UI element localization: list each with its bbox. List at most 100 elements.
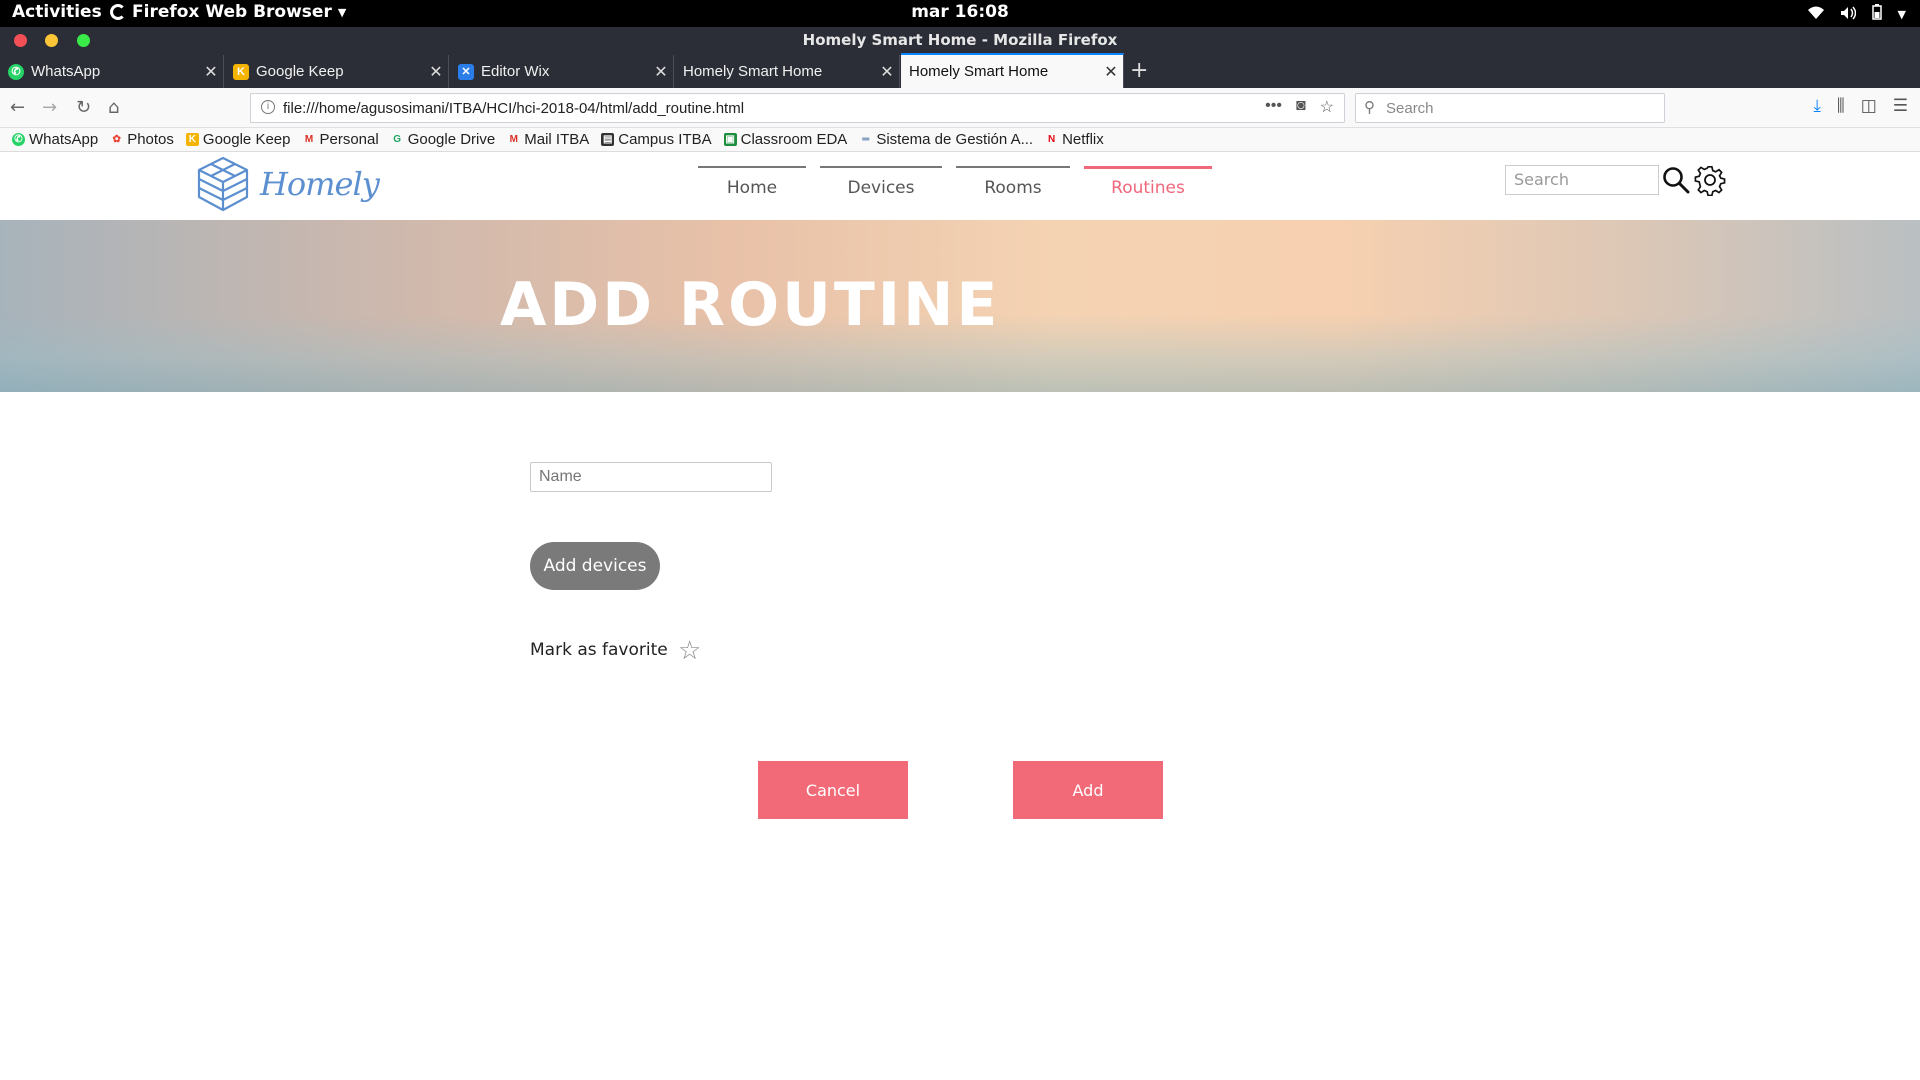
pocket-icon[interactable]: ◙	[1296, 97, 1306, 117]
bookmark-google-drive[interactable]: G Google Drive	[391, 131, 496, 148]
bookmark-label: Photos	[127, 131, 174, 148]
bookmark-label: Sistema de Gestión A...	[876, 131, 1034, 148]
bookmark-classroom-eda[interactable]: ▣ Classroom EDA	[723, 131, 848, 148]
info-icon[interactable]: i	[261, 100, 275, 114]
app-menu[interactable]: Firefox Web Browser ▼	[110, 2, 346, 22]
window-close-button[interactable]	[14, 34, 27, 47]
bookmark-google-keep[interactable]: K Google Keep	[185, 131, 290, 148]
cancel-button[interactable]: Cancel	[758, 761, 908, 819]
tab-editor-wix[interactable]: ✕ Editor Wix ✕	[450, 55, 674, 88]
bookmark-label: Google Drive	[407, 131, 496, 148]
close-icon[interactable]: ✕	[424, 62, 448, 82]
whatsapp-icon: ✆	[12, 133, 25, 146]
bookmark-label: Campus ITBA	[618, 131, 712, 148]
clock[interactable]: mar 16:08	[911, 2, 1009, 22]
classroom-icon: ▣	[723, 133, 737, 146]
tab-google-keep[interactable]: K Google Keep ✕	[225, 55, 449, 88]
tab-whatsapp[interactable]: ✆ WhatsApp ✕	[0, 55, 224, 88]
tab-title: Homely Smart Home	[909, 63, 1049, 80]
homely-logo-icon	[197, 156, 249, 212]
power-menu-chevron-icon[interactable]: ▼	[1898, 8, 1906, 21]
netflix-icon: N	[1047, 134, 1056, 145]
browser-search-bar[interactable]: ⚲ Search	[1355, 93, 1665, 123]
library-icon[interactable]: ⫼	[1837, 96, 1845, 116]
bookmark-label: Netflix	[1062, 131, 1104, 148]
close-icon[interactable]: ✕	[649, 62, 673, 82]
close-icon[interactable]: ✕	[1099, 62, 1123, 82]
bookmark-whatsapp[interactable]: ✆ WhatsApp	[12, 131, 98, 148]
add-devices-button[interactable]: Add devices	[530, 542, 660, 590]
main-nav: Home Devices Rooms Routines	[698, 166, 1226, 206]
chevron-down-icon: ▼	[337, 5, 347, 19]
page-actions-icon[interactable]: •••	[1265, 97, 1282, 117]
volume-icon[interactable]	[1840, 5, 1856, 25]
bookmarks-toolbar: ✆ WhatsApp ✿ Photos K Google Keep M Personal…	[0, 128, 1920, 152]
close-icon[interactable]: ✕	[199, 62, 223, 82]
url-bar-actions: ••• ◙ ☆	[1265, 97, 1334, 117]
url-bar[interactable]: i file:///home/agusosimani/ITBA/HCI/hci-…	[250, 93, 1345, 123]
sidebar-icon[interactable]: ◫	[1861, 96, 1877, 116]
nav-label: Devices	[847, 178, 915, 198]
firefox-icon	[110, 4, 126, 20]
homely-logo[interactable]: Homely	[194, 155, 380, 213]
download-icon[interactable]: ⤓	[1813, 96, 1821, 116]
tab-title: Editor Wix	[481, 63, 550, 80]
system-tray[interactable]: ▼	[1807, 4, 1906, 25]
site-search-input[interactable]: Search	[1505, 165, 1659, 195]
bookmark-netflix[interactable]: N Netflix	[1045, 131, 1104, 148]
bookmark-mail-itba[interactable]: M Mail ITBA	[507, 131, 590, 148]
window-titlebar: Homely Smart Home - Mozilla Firefox	[0, 27, 1920, 53]
app-menu-label: Firefox Web Browser	[132, 2, 332, 22]
favorite-label: Mark as favorite	[530, 640, 668, 660]
sga-icon: ═	[862, 134, 870, 145]
bookmark-star-icon[interactable]: ☆	[1320, 97, 1334, 117]
nav-devices[interactable]: Devices	[820, 166, 942, 206]
wix-icon: ✕	[458, 63, 474, 80]
star-icon[interactable]: ☆	[678, 636, 701, 666]
bookmark-sga[interactable]: ═ Sistema de Gestión A...	[859, 131, 1033, 148]
bookmark-personal[interactable]: M Personal	[302, 131, 379, 148]
page-content: Homely Home Devices Rooms Routines Searc…	[0, 152, 1920, 1080]
activities-button[interactable]: Activities	[12, 2, 102, 22]
site-header: Homely Home Devices Rooms Routines Searc…	[0, 152, 1920, 220]
add-button[interactable]: Add	[1013, 761, 1163, 819]
bookmark-label: Personal	[319, 131, 379, 148]
reload-icon[interactable]: ↻	[76, 97, 91, 118]
nav-routines[interactable]: Routines	[1084, 166, 1212, 206]
whatsapp-icon: ✆	[8, 63, 24, 80]
gmail-icon: M	[509, 134, 518, 145]
campus-icon: ▤	[601, 133, 615, 146]
tab-homely-active[interactable]: Homely Smart Home ✕	[901, 53, 1124, 88]
bookmark-photos[interactable]: ✿ Photos	[110, 131, 174, 148]
bookmark-label: Classroom EDA	[740, 131, 848, 148]
bookmark-campus-itba[interactable]: ▤ Campus ITBA	[601, 131, 712, 148]
close-icon[interactable]: ✕	[875, 62, 899, 82]
nav-rooms[interactable]: Rooms	[956, 166, 1070, 206]
routine-name-input[interactable]	[530, 462, 772, 492]
tab-title: WhatsApp	[31, 63, 101, 80]
gear-icon[interactable]	[1694, 164, 1726, 200]
hero-banner: ADD ROUTINE	[0, 220, 1920, 392]
tab-title: Google Keep	[256, 63, 344, 80]
battery-icon[interactable]	[1871, 4, 1882, 25]
back-arrow-icon[interactable]: ←	[10, 97, 25, 118]
window-minimize-button[interactable]	[45, 34, 58, 47]
nav-home[interactable]: Home	[698, 166, 806, 206]
wifi-icon[interactable]	[1807, 5, 1824, 25]
system-top-bar: Activities Firefox Web Browser ▼ mar 16:…	[0, 0, 1920, 27]
tab-homely-1[interactable]: Homely Smart Home ✕	[675, 55, 900, 88]
search-icon[interactable]	[1662, 166, 1690, 198]
nav-label: Rooms	[984, 178, 1042, 198]
nav-label: Home	[726, 178, 778, 198]
forward-arrow-icon[interactable]: →	[42, 97, 57, 118]
browser-search-placeholder: Search	[1386, 100, 1434, 117]
tab-title: Homely Smart Home	[683, 63, 823, 80]
new-tab-button[interactable]: +	[1130, 58, 1148, 83]
hamburger-menu-icon[interactable]: ☰	[1893, 96, 1908, 116]
keep-icon: K	[233, 63, 249, 80]
tab-strip: ✆ WhatsApp ✕ K Google Keep ✕ ✕ Editor Wi…	[0, 53, 1920, 88]
url-text[interactable]: file:///home/agusosimani/ITBA/HCI/hci-20…	[283, 100, 744, 117]
home-icon[interactable]: ⌂	[108, 97, 119, 118]
window-maximize-button[interactable]	[77, 34, 90, 47]
keep-icon: K	[185, 133, 199, 146]
